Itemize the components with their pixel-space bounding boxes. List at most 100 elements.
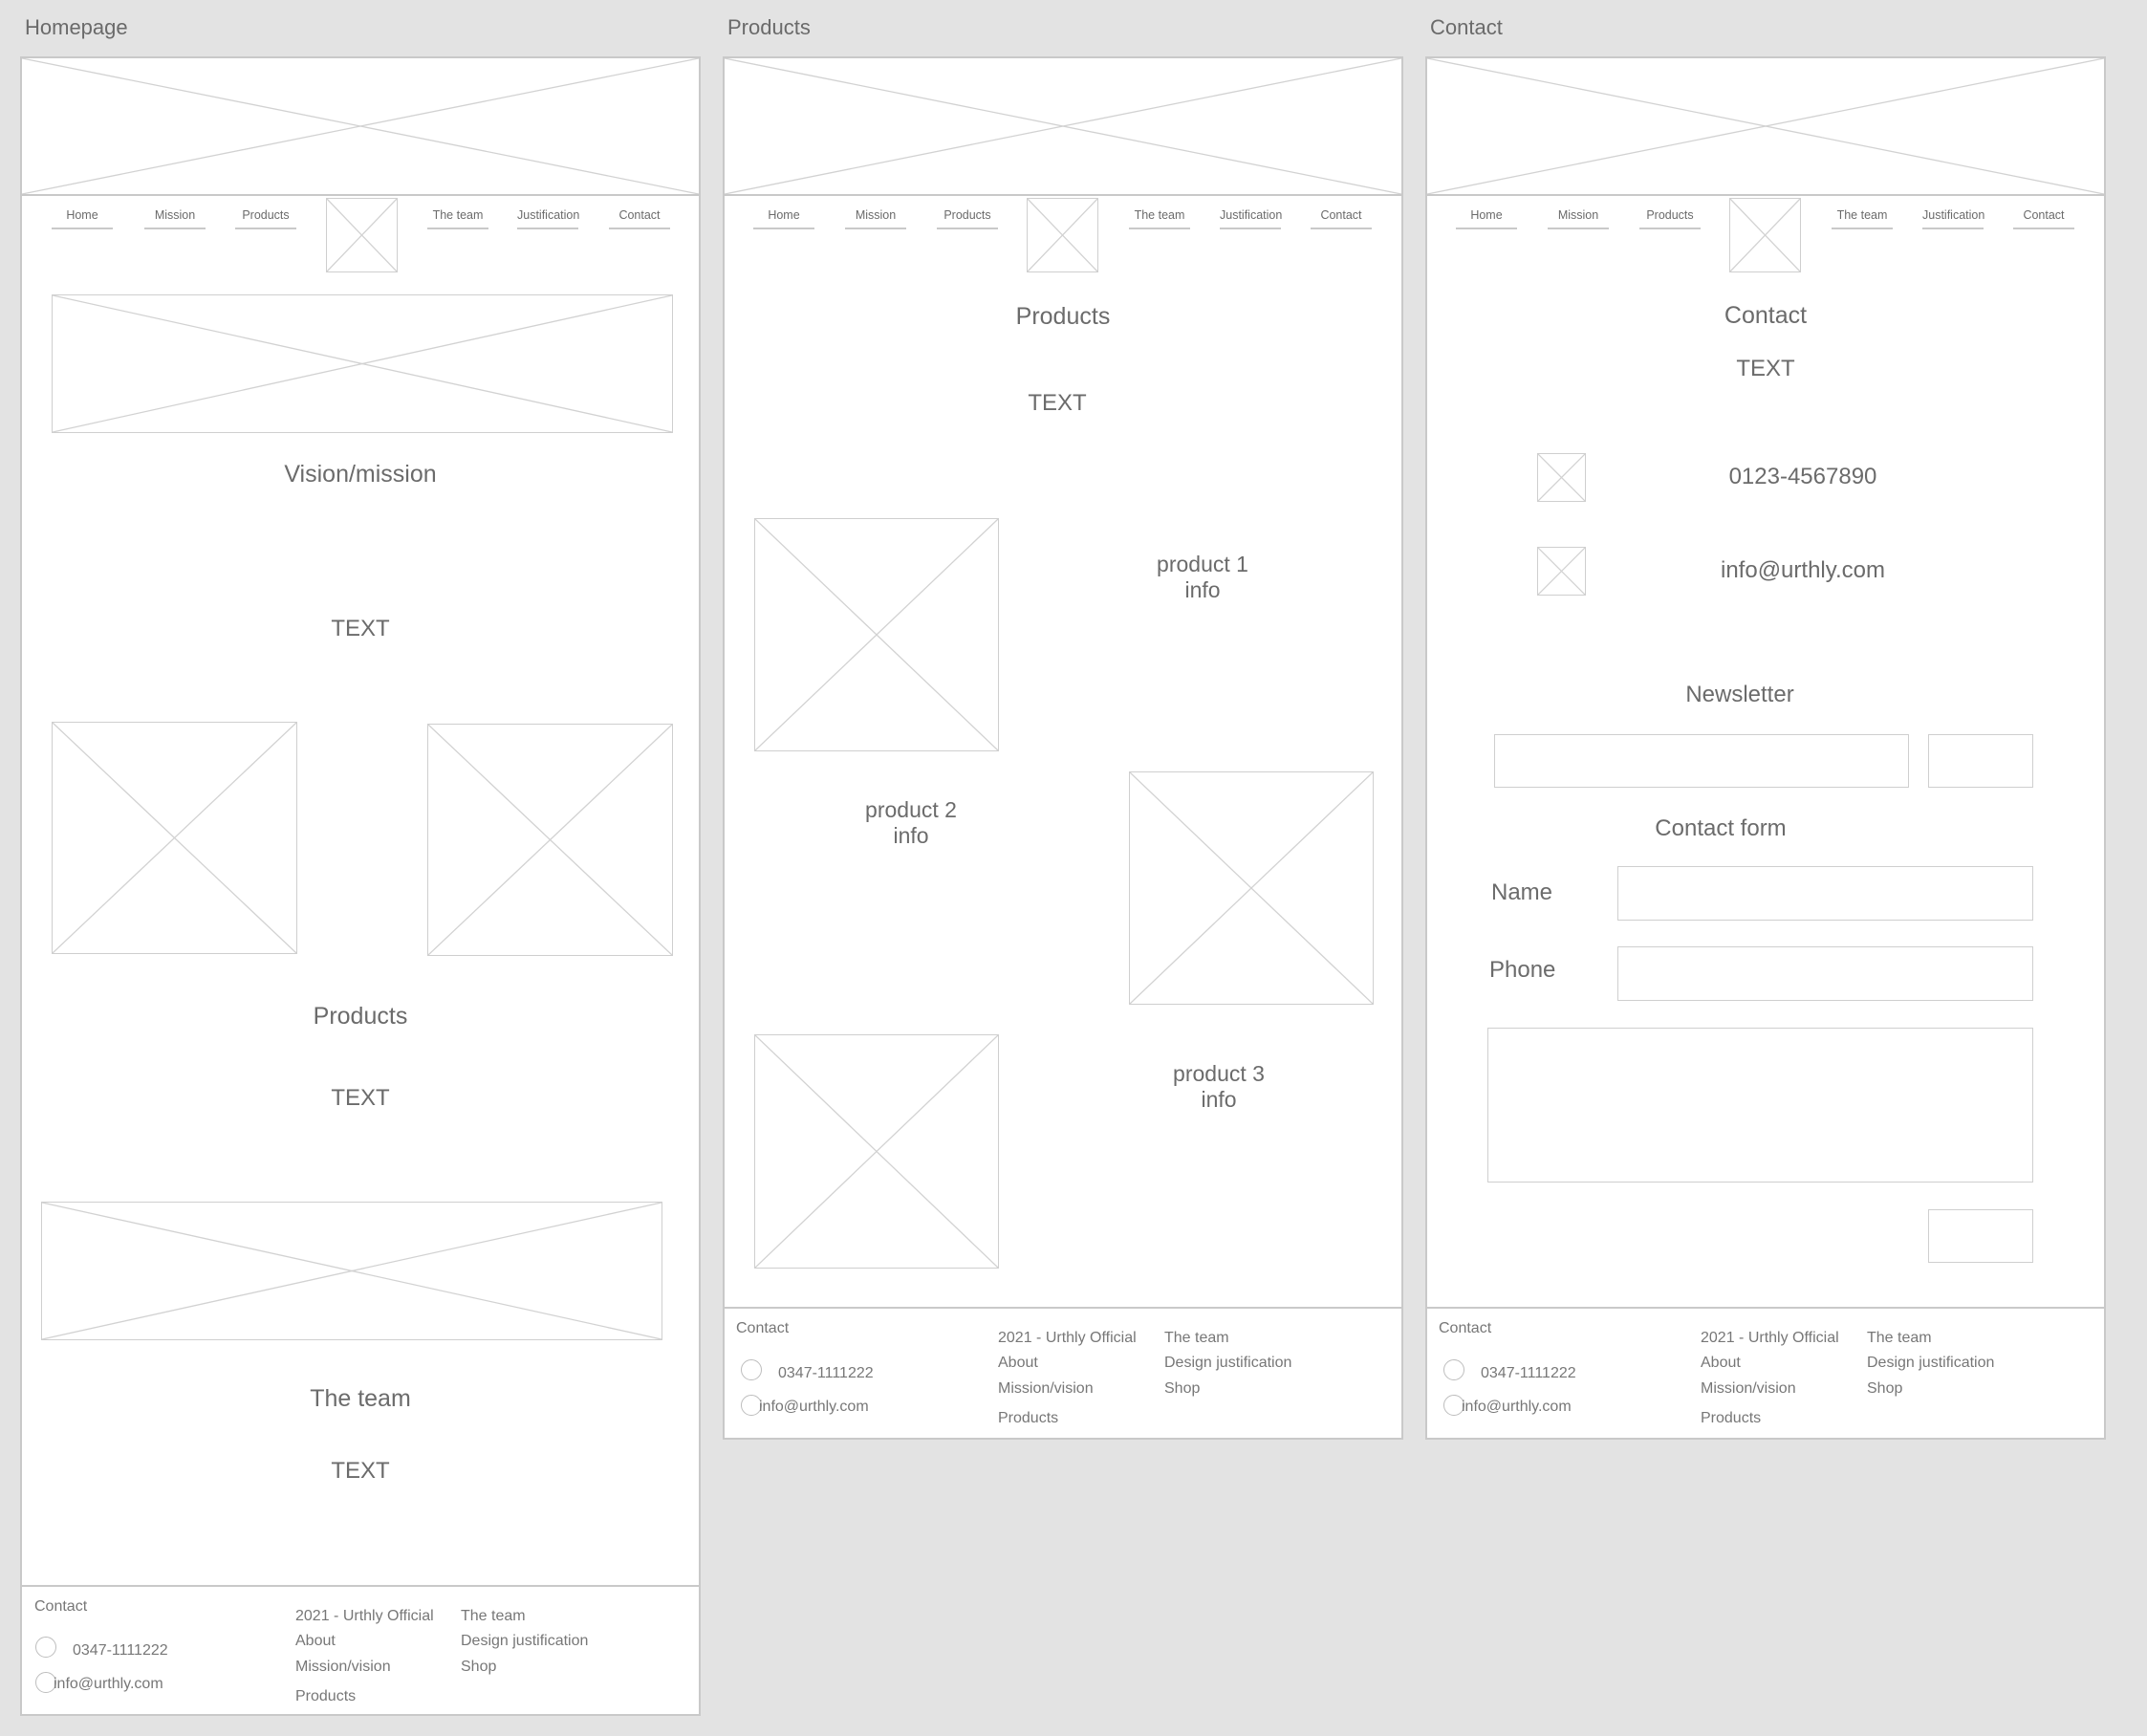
products-heading: Products bbox=[313, 1003, 408, 1030]
logo-placeholder[interactable] bbox=[326, 198, 398, 272]
team-heading: The team bbox=[310, 1385, 411, 1412]
product3-subtitle: info bbox=[1201, 1087, 1237, 1112]
home-image-left-placeholder bbox=[52, 722, 297, 954]
nav-underline bbox=[1311, 228, 1372, 229]
nav-justification[interactable]: Justification bbox=[517, 208, 579, 229]
nav-products[interactable]: Products bbox=[937, 208, 998, 229]
hero-image-placeholder bbox=[22, 58, 699, 196]
footer-link-shop[interactable]: Shop bbox=[1867, 1380, 1902, 1398]
vision-text: TEXT bbox=[331, 616, 390, 641]
product2-image-placeholder bbox=[1129, 771, 1374, 1005]
contact-form-heading: Contact form bbox=[1655, 815, 1787, 841]
footer-link-shop[interactable]: Shop bbox=[461, 1659, 496, 1676]
footer-link-about[interactable]: About bbox=[1701, 1355, 1741, 1372]
product2-title: product 2 bbox=[865, 797, 957, 822]
name-input[interactable] bbox=[1617, 866, 2033, 921]
nav-the-team-label: The team bbox=[432, 208, 484, 222]
footer-link-the-team[interactable]: The team bbox=[1867, 1330, 1932, 1347]
newsletter-subscribe-button[interactable] bbox=[1928, 734, 2033, 788]
footer-link-products[interactable]: Products bbox=[295, 1688, 356, 1705]
footer-link-the-team[interactable]: The team bbox=[461, 1608, 526, 1625]
footer-contact-label: Contact bbox=[1439, 1320, 1492, 1336]
frame-title-contact: Contact bbox=[1430, 15, 1503, 39]
nav-underline bbox=[144, 228, 206, 229]
footer-link-about[interactable]: About bbox=[295, 1633, 336, 1650]
newsletter-email-input[interactable] bbox=[1494, 734, 1909, 788]
product1-image-placeholder bbox=[754, 518, 999, 751]
nav-contact[interactable]: Contact bbox=[609, 208, 670, 229]
nav-justification[interactable]: Justification bbox=[1220, 208, 1282, 229]
phone-icon bbox=[35, 1637, 56, 1658]
nav-the-team[interactable]: The team bbox=[427, 208, 488, 229]
product2-info: product 2 info bbox=[815, 797, 1007, 849]
hero-image-placeholder bbox=[725, 58, 1401, 196]
products-page-heading: Products bbox=[1015, 303, 1111, 330]
frame-title-homepage: Homepage bbox=[25, 15, 128, 39]
homepage-frame: Home Mission Products The team Justifica… bbox=[20, 56, 701, 1716]
footer-link-design-justification[interactable]: Design justification bbox=[1867, 1355, 1994, 1372]
footer-link-shop[interactable]: Shop bbox=[1164, 1380, 1200, 1398]
contact-page-heading: Contact bbox=[1724, 302, 1808, 329]
nav-contact-label: Contact bbox=[1320, 208, 1362, 222]
footer-email[interactable]: info@urthly.com bbox=[1462, 1399, 1572, 1416]
hero-image-placeholder bbox=[1427, 58, 2104, 196]
footer-phone[interactable]: 0347-1111222 bbox=[73, 1642, 168, 1660]
nav-underline bbox=[1922, 228, 1984, 229]
product1-subtitle: info bbox=[1184, 577, 1221, 602]
logo-placeholder[interactable] bbox=[1729, 198, 1801, 272]
footer-email[interactable]: info@urthly.com bbox=[759, 1399, 869, 1416]
nav-products[interactable]: Products bbox=[1639, 208, 1701, 229]
footer-link-mission-vision[interactable]: Mission/vision bbox=[1701, 1380, 1796, 1398]
footer-email[interactable]: info@urthly.com bbox=[54, 1676, 163, 1693]
nav-the-team[interactable]: The team bbox=[1832, 208, 1893, 229]
email-icon bbox=[1537, 547, 1586, 596]
logo-placeholder[interactable] bbox=[1027, 198, 1098, 272]
nav-the-team[interactable]: The team bbox=[1129, 208, 1190, 229]
nav-mission[interactable]: Mission bbox=[1548, 208, 1609, 229]
nav-justification[interactable]: Justification bbox=[1922, 208, 1984, 229]
footer: Contact 0347-1111222 info@urthly.com 202… bbox=[725, 1307, 1401, 1442]
footer-link-mission-vision[interactable]: Mission/vision bbox=[295, 1659, 391, 1676]
footer-contact-label: Contact bbox=[34, 1598, 88, 1615]
nav-home[interactable]: Home bbox=[52, 208, 113, 229]
footer-link-about[interactable]: About bbox=[998, 1355, 1038, 1372]
nav-mission-label: Mission bbox=[154, 208, 196, 222]
nav-underline bbox=[1548, 228, 1609, 229]
team-text: TEXT bbox=[331, 1458, 390, 1484]
nav-home[interactable]: Home bbox=[753, 208, 814, 229]
nav-mission[interactable]: Mission bbox=[144, 208, 206, 229]
nav-contact-label: Contact bbox=[2023, 208, 2065, 222]
footer-link-products[interactable]: Products bbox=[1701, 1410, 1761, 1427]
contact-email[interactable]: info@urthly.com bbox=[1659, 557, 1946, 584]
product3-title: product 3 bbox=[1173, 1061, 1265, 1086]
nav-underline bbox=[753, 228, 814, 229]
footer-phone[interactable]: 0347-1111222 bbox=[1481, 1365, 1576, 1382]
message-textarea[interactable] bbox=[1487, 1028, 2033, 1183]
nav-products[interactable]: Products bbox=[235, 208, 296, 229]
nav-mission[interactable]: Mission bbox=[845, 208, 906, 229]
product1-title: product 1 bbox=[1157, 552, 1248, 576]
nav-mission-label: Mission bbox=[855, 208, 897, 222]
nav-underline bbox=[1456, 228, 1517, 229]
phone-icon bbox=[741, 1359, 762, 1380]
footer-phone[interactable]: 0347-1111222 bbox=[778, 1365, 874, 1382]
nav-underline bbox=[517, 228, 578, 229]
product3-info: product 3 info bbox=[1123, 1061, 1314, 1113]
nav-home-label: Home bbox=[66, 208, 98, 222]
nav-contact[interactable]: Contact bbox=[1311, 208, 1372, 229]
footer-link-the-team[interactable]: The team bbox=[1164, 1330, 1229, 1347]
footer-link-design-justification[interactable]: Design justification bbox=[1164, 1355, 1291, 1372]
nav-home[interactable]: Home bbox=[1456, 208, 1517, 229]
contact-submit-button[interactable] bbox=[1928, 1209, 2033, 1263]
footer-link-mission-vision[interactable]: Mission/vision bbox=[998, 1380, 1094, 1398]
phone-input[interactable] bbox=[1617, 946, 2033, 1001]
footer-link-products[interactable]: Products bbox=[998, 1410, 1058, 1427]
nav-contact[interactable]: Contact bbox=[2013, 208, 2074, 229]
footer-link-design-justification[interactable]: Design justification bbox=[461, 1633, 588, 1650]
nav-justification-label: Justification bbox=[1922, 208, 1985, 222]
contact-phone[interactable]: 0123-4567890 bbox=[1659, 464, 1946, 490]
footer-copyright: 2021 - Urthly Official bbox=[1701, 1330, 1839, 1346]
nav-underline bbox=[427, 228, 488, 229]
product1-info: product 1 info bbox=[1107, 552, 1298, 603]
products-frame: Home Mission Products The team Justifica… bbox=[723, 56, 1403, 1440]
